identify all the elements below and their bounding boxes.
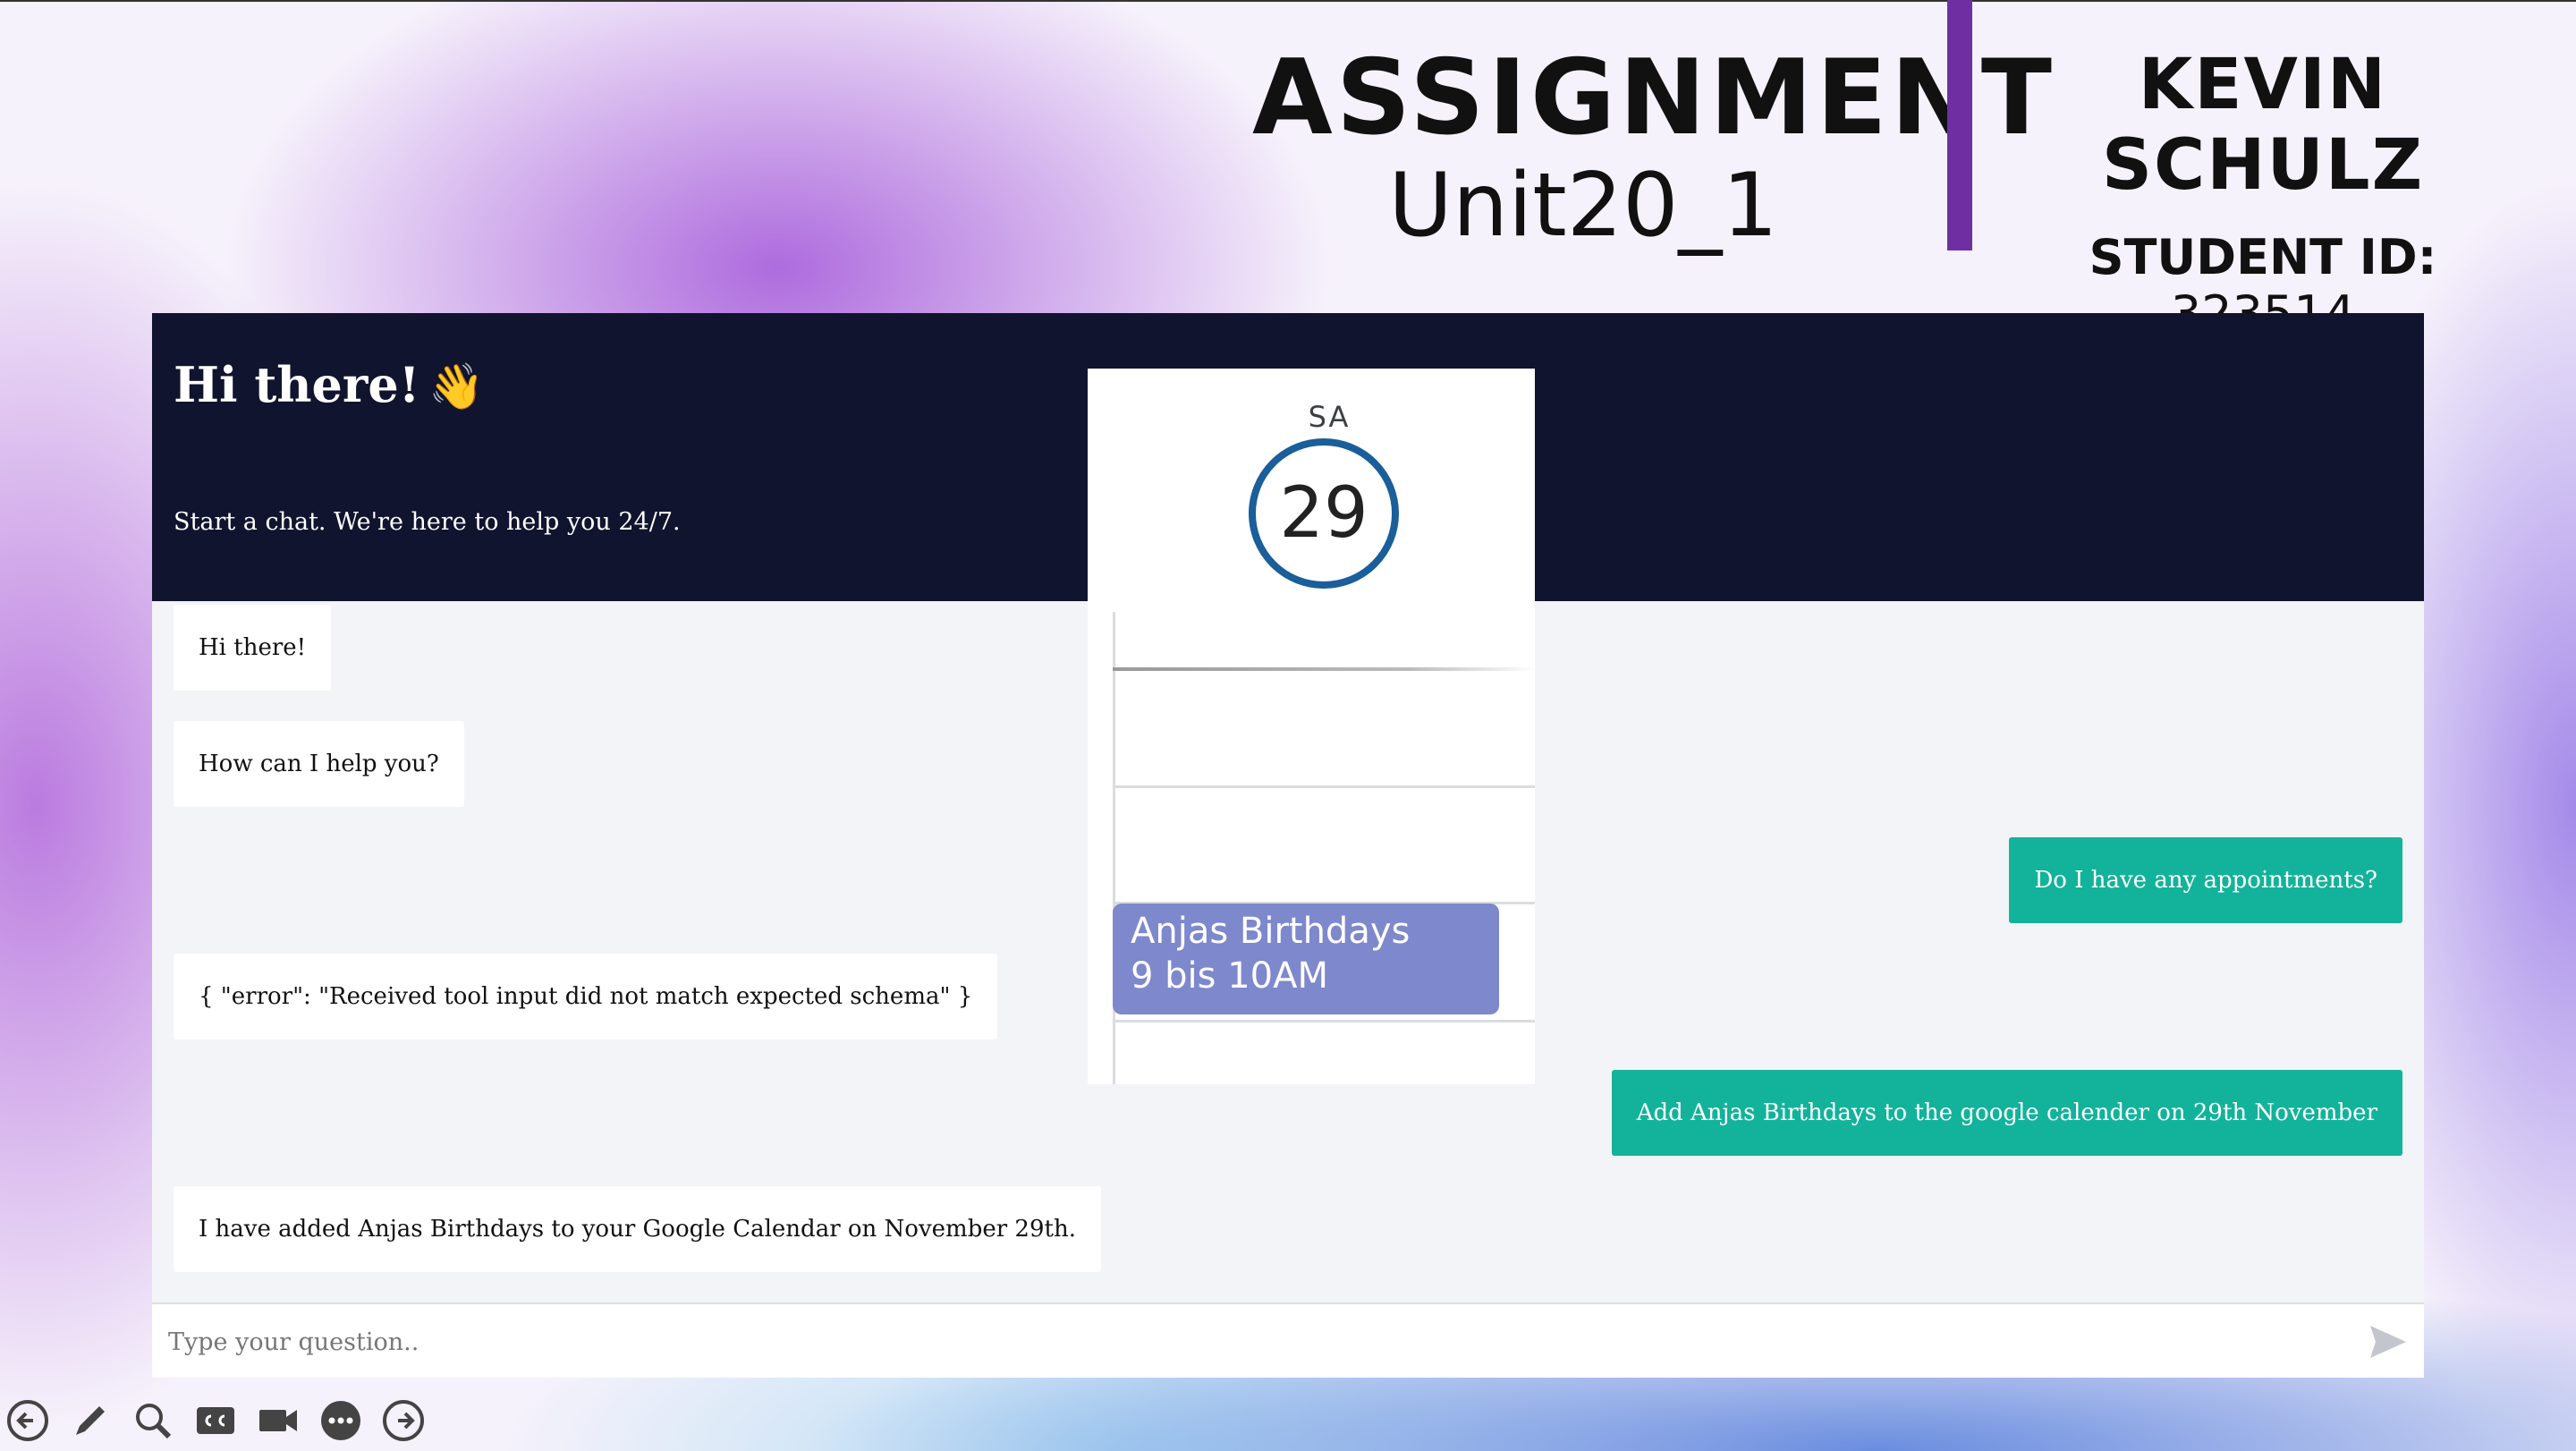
calendar-hour-line xyxy=(1113,1020,1535,1022)
chat-header-title: Hi there! 👋 xyxy=(174,356,485,413)
zoom-icon[interactable] xyxy=(131,1398,175,1443)
wave-emoji-icon: 👋 xyxy=(428,360,485,412)
bot-message: { "error": "Received tool input did not … xyxy=(174,954,998,1039)
user-message: Add Anjas Birthdays to the google calend… xyxy=(1611,1070,2402,1156)
calendar-event-title: Anjas Birthdays xyxy=(1131,911,1411,952)
back-arrow-icon[interactable] xyxy=(5,1398,50,1443)
calendar-hour-line xyxy=(1113,785,1535,788)
calendar-now-line xyxy=(1113,667,1535,671)
user-message: Do I have any appointments? xyxy=(2009,837,2402,923)
more-icon[interactable] xyxy=(318,1398,363,1443)
calendar-screenshot: SA 29 Anjas Birthdays 9 bis 10AM xyxy=(1088,369,1535,1084)
video-icon[interactable] xyxy=(256,1398,301,1443)
bot-message: Hi there! xyxy=(174,605,332,691)
captions-icon[interactable] xyxy=(193,1398,238,1443)
send-button[interactable] xyxy=(2368,1324,2408,1360)
presentation-toolbar xyxy=(5,1396,426,1446)
calendar-date-circle: 29 xyxy=(1249,438,1399,589)
chat-input-bar xyxy=(152,1303,2424,1378)
bot-message: How can I help you? xyxy=(174,721,464,807)
student-id-label: STUDENT ID: xyxy=(2089,229,2437,285)
header-divider xyxy=(1947,0,1972,250)
chat-header-subtitle: Start a chat. We're here to help you 24/… xyxy=(174,508,681,536)
forward-arrow-icon[interactable] xyxy=(381,1398,426,1443)
student-info: KEVIN SCHULZ STUDENT ID: 323514 xyxy=(1995,45,2531,342)
calendar-day-of-week: SA xyxy=(1308,400,1351,434)
bot-message: I have added Anjas Birthdays to your Goo… xyxy=(174,1186,1101,1272)
calendar-event: Anjas Birthdays 9 bis 10AM xyxy=(1113,904,1499,1014)
chat-input[interactable] xyxy=(166,1320,2317,1363)
student-name: KEVIN SCHULZ xyxy=(2101,45,2425,206)
calendar-time-axis xyxy=(1113,612,1115,1084)
pen-icon[interactable] xyxy=(68,1398,113,1443)
top-rule xyxy=(0,0,2576,2)
chat-header-title-text: Hi there! xyxy=(174,356,420,413)
slide-title-block: ASSIGNMENT Unit20_1 xyxy=(1252,38,2055,257)
calendar-event-time: 9 bis 10AM xyxy=(1131,955,1328,997)
slide-title: ASSIGNMENT xyxy=(1252,38,2055,158)
send-icon xyxy=(2370,1326,2406,1358)
slide-subtitle: Unit20_1 xyxy=(1388,155,1778,257)
